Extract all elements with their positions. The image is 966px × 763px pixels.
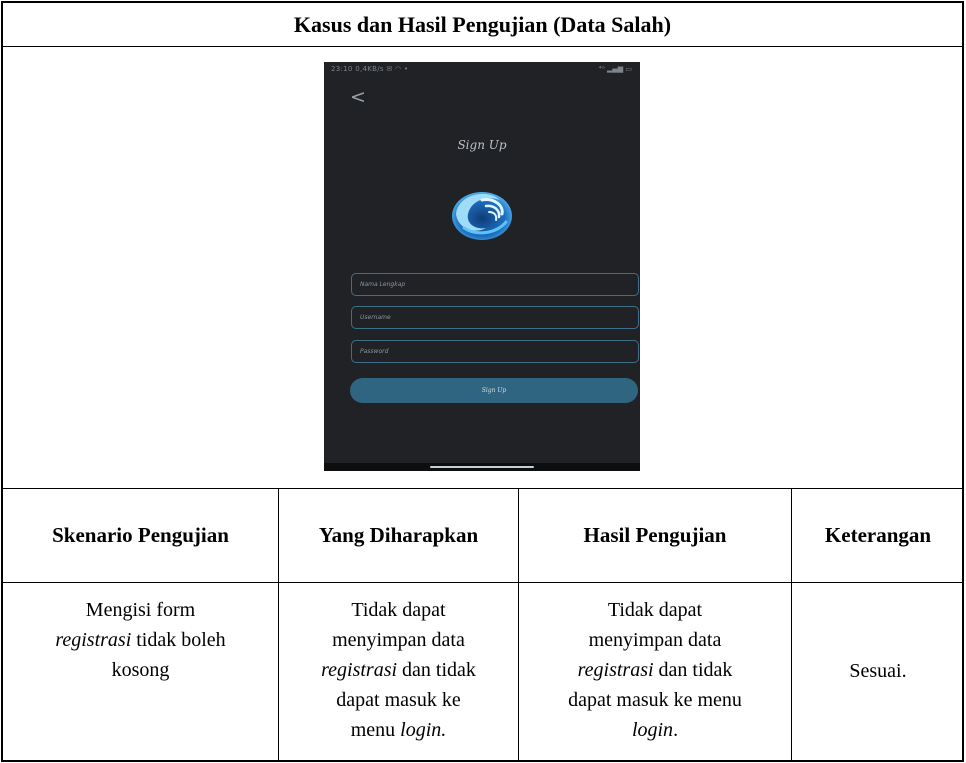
cell-text-line: menu login.	[321, 715, 476, 745]
cell-text: Mengisi form	[85, 599, 196, 621]
cell-text: .	[673, 719, 679, 741]
cell-text: dapat masuk ke menu	[568, 689, 742, 711]
cell-text: login.	[400, 719, 447, 741]
cell-text: login	[631, 719, 674, 741]
cell-text: Tidak dapat	[607, 599, 703, 621]
home-indicator[interactable]	[430, 466, 534, 468]
cell-text: tidak boleh	[131, 629, 226, 651]
signup-button[interactable]: Sign Up	[350, 378, 638, 403]
cell-text-line: registrasi dan tidak	[568, 655, 742, 685]
header-keterangan: Keterangan	[824, 523, 932, 547]
cell-text: dapat masuk ke	[336, 689, 461, 711]
password-placeholder: Password	[360, 348, 389, 355]
navigation-bar	[324, 463, 640, 471]
cell-text-line: login.	[568, 715, 742, 745]
cell-text-line: registrasi tidak boleh	[55, 625, 225, 655]
status-bar: 23:10 0,4KB/s ✉ ◠ • ⁴ᴳ ▂▄▆ ▭	[324, 62, 640, 76]
cell-text: Tidak dapat	[351, 599, 446, 621]
status-right: ⁴ᴳ ▂▄▆ ▭	[598, 65, 632, 73]
signup-title: Sign Up	[457, 138, 507, 152]
cell-hasil: Tidak dapat menyimpan data registrasi da…	[519, 583, 791, 758]
header-hasil: Hasil Pengujian	[583, 523, 727, 547]
cell-text: dan tidak	[397, 659, 476, 681]
cell-text: dan tidak	[653, 659, 733, 681]
cell-text: menu	[350, 719, 401, 741]
header-skenario: Skenario Pengujian	[52, 523, 229, 547]
cell-text: registrasi	[577, 659, 654, 681]
username-field[interactable]: Username	[351, 306, 639, 329]
phone-screenshot: 23:10 0,4KB/s ✉ ◠ • ⁴ᴳ ▂▄▆ ▭ < Sign Up N…	[324, 62, 640, 471]
fullname-field[interactable]: Nama Lengkap	[351, 273, 639, 296]
test-case-table: Kasus dan Hasil Pengujian (Data Salah) 2…	[1, 1, 964, 762]
cell-diharapkan: Tidak dapat menyimpan data registrasi da…	[279, 583, 518, 758]
cell-keterangan: Sesuai.	[849, 659, 907, 682]
username-placeholder: Username	[360, 314, 391, 321]
password-field[interactable]: Password	[351, 340, 639, 363]
cell-text: registrasi	[55, 629, 132, 651]
screenshot-row: 23:10 0,4KB/s ✉ ◠ • ⁴ᴳ ▂▄▆ ▭ < Sign Up N…	[3, 47, 962, 489]
cell-text: menyimpan data	[332, 629, 465, 651]
cell-text: kosong	[111, 659, 170, 681]
fullname-placeholder: Nama Lengkap	[360, 281, 406, 288]
cell-skenario: Mengisi form registrasi tidak boleh koso…	[3, 583, 278, 683]
cell-text: menyimpan data	[588, 629, 722, 651]
status-left: 23:10 0,4KB/s ✉ ◠ •	[331, 65, 409, 73]
header-diharapkan: Yang Diharapkan	[318, 523, 479, 547]
water-wave-logo-icon	[452, 192, 512, 240]
back-arrow-icon[interactable]: <	[350, 88, 366, 107]
table-title: Kasus dan Hasil Pengujian (Data Salah)	[3, 3, 962, 47]
cell-text-line: registrasi dan tidak	[321, 655, 476, 685]
cell-text: registrasi	[321, 659, 398, 681]
